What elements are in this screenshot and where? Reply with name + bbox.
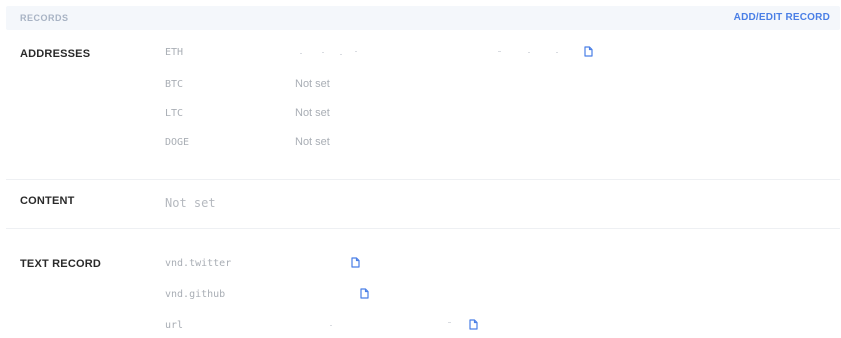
address-key-ltc: LTC [165,108,184,119]
copy-icon[interactable] [584,46,593,57]
address-key-doge: DOGE [165,137,190,148]
copy-icon[interactable] [360,288,369,299]
address-key-btc: BTC [165,79,184,90]
address-value-ltc: Not set [295,107,330,119]
copy-icon[interactable] [469,319,478,330]
section-divider [6,179,840,180]
records-title: RECORDS [20,13,69,23]
content-label: CONTENT [20,195,75,207]
address-value-doge: Not set [295,136,330,148]
eth-address-value[interactable] [300,46,570,58]
address-key-eth: ETH [165,47,184,58]
add-edit-record-button[interactable]: ADD/EDIT RECORD [734,12,830,23]
records-header: RECORDS ADD/EDIT RECORD [6,6,840,30]
address-value-btc: Not set [295,78,330,90]
addresses-label: ADDRESSES [20,48,91,60]
content-value: Not set [165,196,216,210]
text-key-github: vnd.github [165,289,226,300]
copy-icon[interactable] [351,257,360,268]
text-record-label: TEXT RECORD [20,258,102,270]
section-divider [6,228,840,229]
url-value[interactable] [330,318,460,330]
text-key-twitter: vnd.twitter [165,258,232,269]
text-key-url: url [165,320,184,331]
